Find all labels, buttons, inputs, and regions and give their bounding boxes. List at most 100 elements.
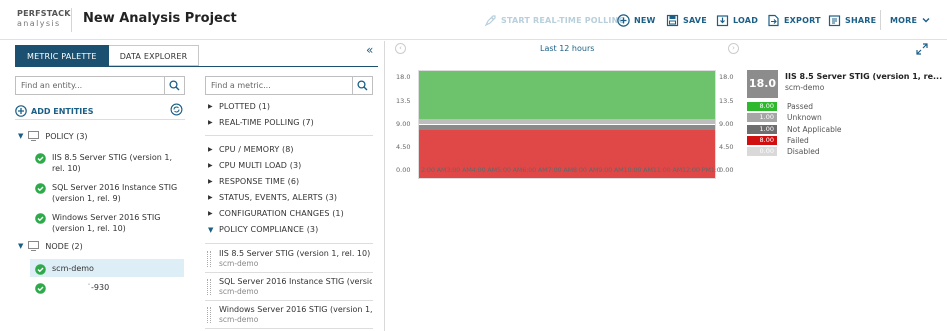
tree-group-policy[interactable]: ▼ POLICY (3) [18,131,88,141]
y-tick-left: 0.00 [396,166,411,174]
entity-search-box [15,76,185,95]
tree-item-label: IIS 8.5 Server STIG (version 1, rel. 10) [52,153,173,173]
check-circle-icon [35,183,46,194]
metric-group-policy-compliance[interactable]: ▼ POLICY COMPLIANCE (3) [208,225,318,234]
check-circle-icon [35,153,46,164]
legend-name: Passed [787,102,813,111]
legend-value: 1.00 [747,113,777,122]
new-label: NEW [634,15,656,25]
load-label: LOAD [733,15,759,25]
entity-search-input[interactable] [16,77,164,94]
export-label: EXPORT [784,15,821,25]
y-tick-right: 0.00 [719,166,734,174]
metric-search-box [205,76,373,95]
compliance-area-chart[interactable] [418,70,716,179]
save-label: SAVE [683,15,707,25]
chevron-down-icon [922,18,930,23]
metric-group-count: (1) [258,102,271,111]
legend-name: Not Applicable [787,125,842,134]
tab-metric-palette[interactable]: METRIC PALETTE [15,45,109,66]
collapse-panel-icon[interactable]: « [366,43,373,57]
metric-item-name: IIS 8.5 Server STIG (version 1, rel. 10) [219,249,371,258]
summary-subtitle: scm-demo [785,83,825,92]
metric-item-windows-stig[interactable]: Windows Server 2016 STIG (version 1, ...… [205,301,373,329]
toolbar-divider [880,10,881,30]
metric-group-label: CONFIGURATION CHANGES [219,209,330,218]
drag-handle-icon[interactable] [207,279,211,295]
plus-circle-icon [15,105,27,117]
metric-group-realtime-polling[interactable]: ▶ REAL-TIME POLLING (7) [208,118,314,127]
export-button[interactable]: EXPORT [767,13,821,27]
expand-triangle-icon: ▼ [208,225,214,234]
metric-group-count: (7) [302,118,314,127]
y-tick-left: 4.50 [396,143,411,151]
policy-group-label: POLICY [45,131,74,141]
metric-item-iis-stig[interactable]: IIS 8.5 Server STIG (version 1, rel. 10)… [205,245,373,273]
y-tick-left: 13.5 [396,97,411,105]
search-icon [357,80,368,91]
realtime-label: START REAL-TIME POLLING [501,15,626,25]
plus-circle-icon [617,13,630,27]
metric-group-label: STATUS, EVENTS, ALERTS [219,193,323,202]
metric-group-cpu-multi-load[interactable]: ▶ CPU MULTI LOAD (3) [208,161,301,170]
metric-group-response-time[interactable]: ▶ RESPONSE TIME (6) [208,177,299,186]
check-circle-icon [35,213,46,224]
x-axis-labels: 2:00 AM3:00 AM4:00 AM5:00 AM6:00 AM7:00 … [421,166,721,174]
metric-search-button[interactable] [352,77,372,94]
share-button[interactable]: SHARE [828,13,876,27]
metric-group-label: CPU MULTI LOAD [219,161,288,170]
metric-item-name: SQL Server 2016 Instance STIG (versio... [219,277,372,286]
collapsed-triangle-icon: ▶ [208,194,213,201]
collapsed-triangle-icon: ▶ [208,210,213,217]
metric-item-sql-stig[interactable]: SQL Server 2016 Instance STIG (versio...… [205,273,373,301]
metric-group-status-events-alerts[interactable]: ▶ STATUS, EVENTS, ALERTS (3) [208,193,337,202]
next-time-icon[interactable]: › [728,43,739,54]
node-group-label: NODE [45,241,69,251]
palette-tabs: METRIC PALETTE DATA EXPLORER [15,45,200,66]
metric-group-label: REAL-TIME POLLING [219,118,300,127]
header-bar: PERFSTACK analysis New Analysis Project … [0,0,947,40]
tree-group-node[interactable]: ▼ NODE (2) [18,241,83,251]
tab-data-explorer[interactable]: DATA EXPLORER [108,45,200,66]
summary-title: IIS 8.5 Server STIG (version 1, re... [785,72,943,81]
legend-value: 1.00 [747,125,777,134]
perfstack-logo[interactable]: PERFSTACK analysis [17,9,71,31]
legend-value: 8.00 [747,102,777,111]
drag-handle-icon[interactable] [207,307,211,323]
tree-item-label: Windows Server 2016 STIG (version 1, rel… [52,213,161,233]
node-group-count: (2) [71,241,83,251]
rocket-icon [484,14,496,26]
tabs-underline [15,66,378,67]
legend-value: 0.00 [747,147,777,156]
expand-icon[interactable] [916,43,928,55]
metric-group-count: (3) [325,193,338,202]
time-range-label[interactable]: Last 12 hours [540,44,594,53]
more-button[interactable]: MORE [890,13,931,27]
prev-time-icon[interactable]: ‹ [395,43,406,54]
logo-line2: analysis [17,19,61,28]
new-button[interactable]: NEW [617,13,656,27]
metric-group-cpu-memory[interactable]: ▶ CPU / MEMORY (8) [208,145,294,154]
expand-triangle-icon: ▼ [18,132,24,140]
drag-handle-icon[interactable] [207,251,211,267]
load-button[interactable]: LOAD [716,13,758,27]
start-realtime-polling-button[interactable]: START REAL-TIME POLLING [484,13,625,27]
metric-item-sub: scm-demo [219,287,259,296]
metric-group-count: (3) [289,161,302,170]
add-entities-button[interactable]: ADD ENTITIES [15,105,94,117]
refresh-icon[interactable] [170,103,183,116]
monitor-icon [28,131,40,141]
metric-group-plotted[interactable]: ▶ PLOTTED (1) [208,102,270,111]
add-entities-label: ADD ENTITIES [31,106,94,116]
metric-group-label: CPU / MEMORY [219,145,280,154]
metric-search-input[interactable] [206,77,352,94]
collapsed-triangle-icon: ▶ [208,162,213,169]
tree-item-label: ˙-930 [87,283,110,292]
logo-line1: PERFSTACK [17,9,71,18]
save-button[interactable]: SAVE [666,13,707,27]
metric-group-configuration-changes[interactable]: ▶ CONFIGURATION CHANGES (1) [208,209,344,218]
metric-item-sub: scm-demo [219,315,259,324]
collapsed-triangle-icon: ▶ [208,103,213,110]
entity-search-button[interactable] [164,77,184,94]
y-tick-right: 9.00 [719,120,734,128]
